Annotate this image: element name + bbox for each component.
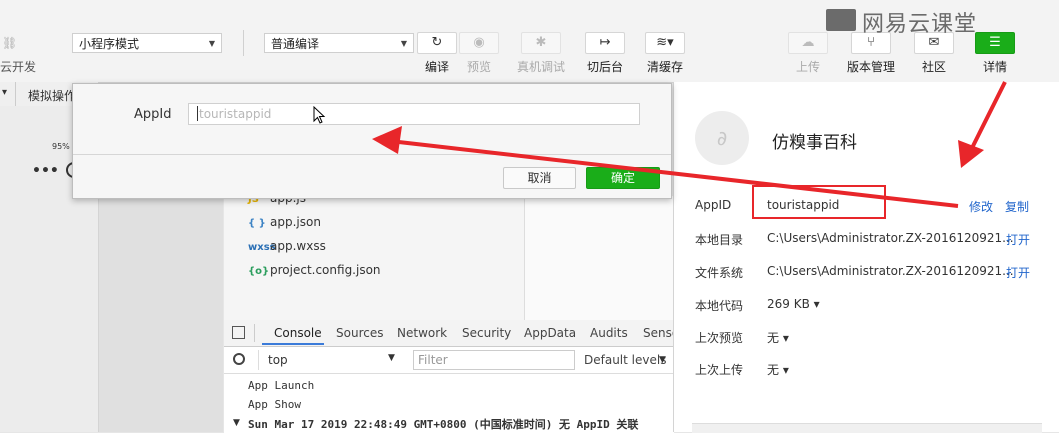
- annotation-arrow-head: [958, 140, 984, 168]
- annotation-arrow-line: [389, 139, 959, 208]
- annotation-arrow-line: [968, 81, 1007, 153]
- annotation-arrow-head: [372, 126, 402, 154]
- annotation-arrows: [372, 81, 1007, 208]
